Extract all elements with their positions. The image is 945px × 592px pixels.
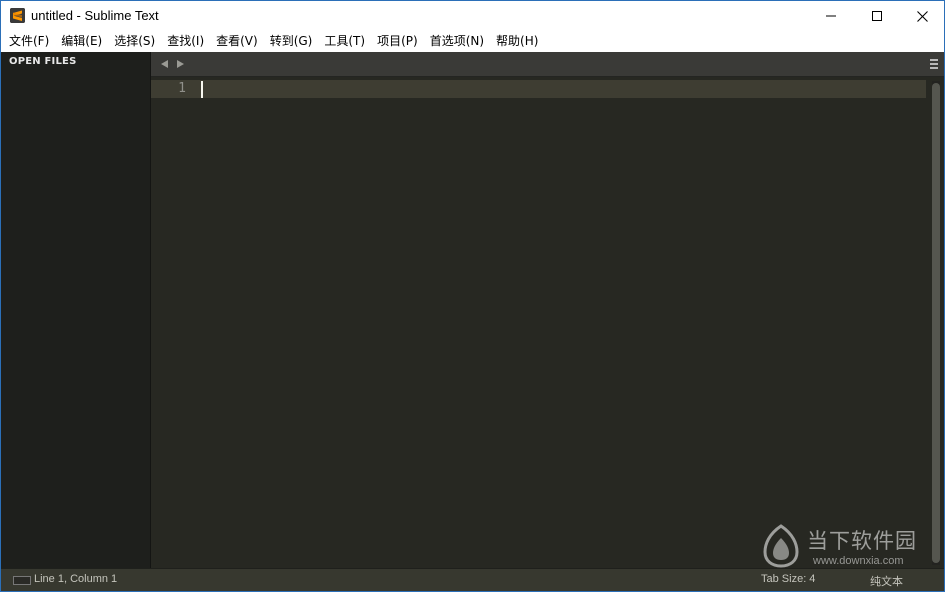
menu-project[interactable]: 项目(P)	[371, 31, 424, 52]
downxia-logo-icon	[763, 524, 799, 568]
sublime-text-icon	[10, 8, 25, 23]
maximize-icon	[872, 11, 882, 21]
triangle-left-icon	[160, 60, 168, 68]
maximize-button[interactable]	[854, 1, 900, 31]
menu-goto[interactable]: 转到(G)	[264, 31, 319, 52]
tab-bar	[151, 52, 944, 77]
vertical-scrollbar-thumb[interactable]	[932, 83, 940, 563]
current-line-highlight	[196, 80, 926, 98]
open-files-heading: OPEN FILES	[9, 56, 77, 67]
watermark-url: www.downxia.com	[813, 555, 904, 567]
tab-navigation	[159, 58, 185, 70]
prev-tab-button[interactable]	[159, 58, 169, 70]
next-tab-button[interactable]	[175, 58, 185, 70]
menu-edit[interactable]: 编辑(E)	[55, 31, 108, 52]
tab-size-indicator[interactable]: Tab Size: 4	[761, 573, 815, 585]
menu-file[interactable]: 文件(F)	[3, 31, 55, 52]
menu-tools[interactable]: 工具(T)	[318, 31, 371, 52]
sidebar[interactable]: OPEN FILES	[1, 52, 151, 568]
panel-toggle-icon[interactable]	[13, 576, 31, 585]
title-bar[interactable]: untitled - Sublime Text	[1, 1, 944, 31]
close-icon	[916, 10, 928, 22]
menu-preferences[interactable]: 首选项(N)	[424, 31, 490, 52]
line-number: 1	[178, 81, 186, 96]
menu-view[interactable]: 查看(V)	[210, 31, 264, 52]
hamburger-menu-icon[interactable]	[930, 59, 938, 69]
syntax-indicator[interactable]: 纯文本	[870, 573, 903, 589]
minimize-button[interactable]	[808, 1, 854, 31]
watermark-title: 当下软件园	[807, 529, 917, 553]
menu-find[interactable]: 查找(I)	[161, 31, 210, 52]
cursor-position[interactable]: Line 1, Column 1	[34, 573, 117, 585]
minimize-icon	[826, 15, 836, 17]
menu-selection[interactable]: 选择(S)	[108, 31, 161, 52]
triangle-right-icon	[176, 60, 184, 68]
editor-area[interactable]: 1	[151, 77, 944, 568]
menu-help[interactable]: 帮助(H)	[490, 31, 544, 52]
app-window: untitled - Sublime Text 文件(F) 编辑(E) 选择(S…	[0, 0, 945, 592]
status-bar: Line 1, Column 1 Tab Size: 4 纯文本	[1, 568, 944, 591]
window-title: untitled - Sublime Text	[31, 8, 159, 23]
menu-bar: 文件(F) 编辑(E) 选择(S) 查找(I) 查看(V) 转到(G) 工具(T…	[1, 31, 944, 52]
watermark: 当下软件园 www.downxia.com	[761, 524, 931, 569]
close-button[interactable]	[899, 1, 945, 31]
text-caret	[201, 81, 203, 98]
